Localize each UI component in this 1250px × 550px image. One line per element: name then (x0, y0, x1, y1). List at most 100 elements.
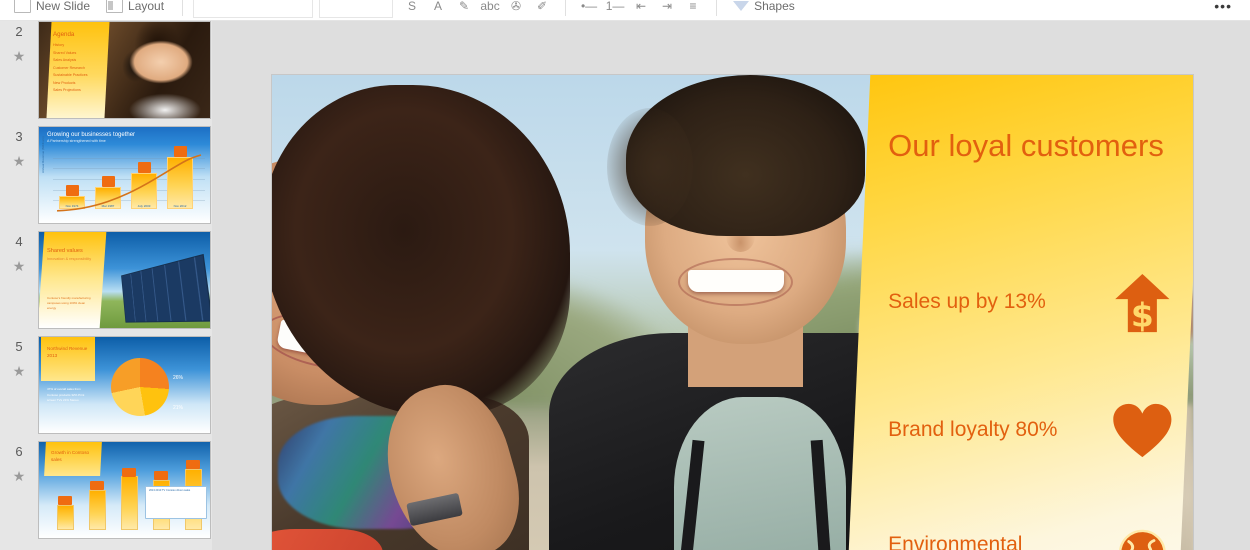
chart-column (89, 489, 106, 530)
globe-award-icon (1111, 528, 1173, 550)
ribbon-toolbar: New Slide Layout S A ✎ abc ✇ ✐ •— 1— ⇤ ⇥… (0, 0, 1250, 21)
agenda-title: Agenda (53, 31, 75, 38)
change-case-icon[interactable]: abc (477, 0, 503, 18)
content-panel[interactable]: Our loyal customers Sales up by 13% $ Br… (845, 75, 1193, 550)
thumbnail-preview[interactable]: Growing our businesses together A Partne… (38, 126, 211, 224)
slide-title[interactable]: Our loyal customers (888, 126, 1166, 164)
thumbnail-slide-2[interactable]: 2 ★ Agenda History Shared Values Sales A… (0, 21, 212, 120)
font-name-input[interactable] (193, 0, 314, 18)
chart-column-icon (122, 467, 136, 477)
animation-star-icon: ★ (12, 258, 26, 275)
thumbnail-preview[interactable]: Northwind Revenue 2013 47% of overall sa… (38, 336, 211, 434)
agenda-item: New Products (53, 80, 76, 85)
thumbnail-meta: 3 ★ (0, 126, 38, 170)
stat-label: Brand loyalty 80% (887, 418, 1058, 442)
agenda-item: History (53, 43, 65, 47)
ribbon-overflow-button[interactable]: ••• (1214, 0, 1244, 18)
numbering-icon[interactable]: 1— (602, 0, 628, 18)
ribbon-divider (716, 0, 718, 16)
text-shadow-icon[interactable]: A (425, 0, 451, 18)
thumbnail-slide-3[interactable]: 3 ★ Growing our businesses together A Pa… (0, 126, 212, 225)
agenda-item: Customer Research (53, 65, 85, 70)
pie-chart (111, 358, 169, 416)
clear-formatting-icon[interactable]: ✇ (503, 0, 529, 18)
thumbnail-meta: 2 ★ (0, 21, 38, 65)
chart-callout: 2013 2013 TV Contoso driven sales (145, 486, 207, 519)
stat-row-loyalty[interactable]: Brand loyalty 80% (888, 399, 1173, 461)
ribbon-text-format-group: S A ✎ abc ✇ ✐ (399, 0, 555, 18)
slide-thumbnail-pane[interactable]: 2 ★ Agenda History Shared Values Sales A… (0, 21, 212, 550)
slide-editing-canvas[interactable]: Our loyal customers Sales up by 13% $ Br… (212, 21, 1250, 550)
chart-column-icon (154, 471, 168, 481)
bullets-icon[interactable]: •— (576, 0, 602, 18)
chart-x-label: Nov 1974 (65, 203, 79, 208)
animation-star-icon: ★ (12, 48, 26, 65)
format-painter-icon[interactable]: ✐ (529, 0, 555, 18)
pie-slice-label: 21% (173, 405, 184, 411)
thumbnail-meta: 5 ★ (0, 336, 38, 380)
font-size-input[interactable] (319, 0, 394, 18)
animation-star-icon: ★ (12, 468, 26, 485)
slide-number: 4 (15, 234, 23, 249)
new-slide-icon (14, 0, 31, 13)
man-teeth (687, 269, 784, 293)
shape-chevron-icon (733, 1, 750, 11)
strikethrough-icon[interactable]: S (399, 0, 425, 18)
layout-button[interactable]: Layout (98, 0, 172, 18)
new-slide-label: New Slide (36, 0, 91, 13)
chart-x-label: July 2003 (137, 203, 151, 208)
chart-x-label: Mar 1987 (101, 203, 115, 208)
thumbnail-slide-6[interactable]: 6 ★ Growth in Contoso sales 2013 2013 TV… (0, 441, 212, 540)
animation-star-icon: ★ (12, 363, 26, 380)
powerpoint-editor-window: New Slide Layout S A ✎ abc ✇ ✐ •— 1— ⇤ ⇥… (0, 0, 1250, 550)
ribbon-divider (182, 0, 184, 16)
thumbnail-preview[interactable]: Agenda History Shared Values Sales Analy… (38, 21, 211, 119)
slide-title: Growth in Contoso sales (51, 450, 90, 463)
shapes-label: Shapes (754, 0, 795, 13)
thumbnail-slide-5[interactable]: 5 ★ Northwind Revenue 2013 47% of overal… (0, 336, 212, 435)
ribbon-divider (565, 0, 567, 16)
chart-title: Growing our businesses together (47, 132, 136, 138)
chart-heading: Growing our businesses together A Partne… (47, 132, 135, 143)
thumbnail-slide-4[interactable]: 4 ★ Shared values Innovation & responsib… (0, 231, 212, 330)
thumbnail-preview[interactable]: Shared values Innovation & responsibilit… (38, 231, 211, 329)
ribbon-font-group (193, 0, 399, 18)
svg-text:$: $ (1130, 295, 1153, 334)
chart-column-icon (58, 496, 72, 506)
chart-column (57, 505, 74, 530)
slide-number: 2 (15, 24, 23, 39)
stat-label: Sales up by 13% (887, 289, 1046, 313)
chart-column-icon (186, 459, 200, 469)
slide-body-text: 47% of overall sales from Contoso produc… (47, 387, 85, 403)
decrease-indent-icon[interactable]: ⇤ (628, 0, 654, 18)
man-hair-side (606, 107, 693, 226)
increase-indent-icon[interactable]: ⇥ (654, 0, 680, 18)
agenda-item: Sales Analysis (53, 58, 77, 63)
heart-icon (1111, 399, 1173, 461)
active-slide[interactable]: Our loyal customers Sales up by 13% $ Br… (272, 75, 1193, 550)
chart-plot-area: Nov 1974 Mar 1987 July 2003 Nov 2012 (53, 146, 205, 212)
thumbnail-preview[interactable]: Growth in Contoso sales 2013 2013 TV Con… (38, 441, 211, 539)
thumbnail-meta: 6 ★ (0, 441, 38, 485)
agenda-text-block: Agenda History Shared Values Sales Analy… (53, 31, 109, 95)
stat-row-award[interactable]: Environmental award (888, 528, 1173, 550)
title-block: Shared values Innovation & responsibilit… (47, 248, 99, 263)
thumbnail-meta: 4 ★ (0, 231, 38, 275)
line-spacing-icon[interactable]: ≡ (680, 0, 706, 18)
slide-subtitle: Innovation & responsibility (47, 257, 92, 261)
agenda-item: Sustainable Practices (53, 73, 88, 78)
chart-column-icon (90, 481, 104, 490)
solar-panel-graphic (121, 253, 210, 323)
chart-column (121, 476, 138, 530)
agenda-item: Sales Projections (53, 88, 81, 93)
chart-callout-title: 2013 2013 TV Contoso driven sales (149, 489, 191, 492)
chart-subtitle: A Partnership strengthened with time (47, 139, 106, 143)
slide-body-text: Contoso's friendly manufacturing campuse… (47, 296, 91, 311)
stat-row-sales[interactable]: Sales up by 13% $ (888, 271, 1173, 333)
title-panel (39, 232, 107, 328)
chart-x-label: Nov 2012 (173, 203, 187, 208)
text-highlight-icon[interactable]: ✎ (451, 0, 477, 18)
new-slide-button[interactable]: New Slide (6, 0, 98, 18)
shapes-button[interactable]: Shapes (727, 0, 801, 18)
animation-star-icon: ★ (12, 153, 26, 170)
